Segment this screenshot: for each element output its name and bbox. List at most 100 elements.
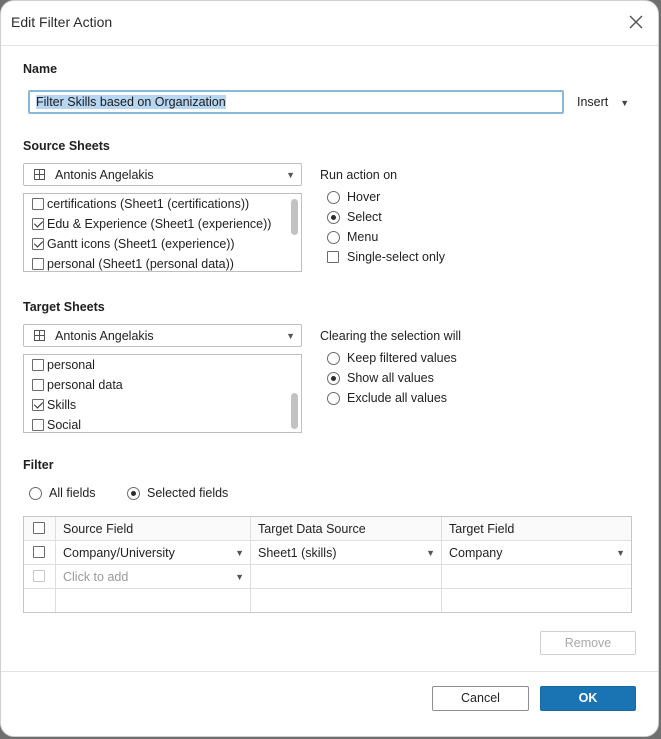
radio-show-all[interactable] [327, 372, 340, 385]
target-sheet-checkbox[interactable] [32, 359, 44, 371]
target-sheet-label: personal [47, 358, 95, 372]
single-select-option[interactable]: Single-select only [327, 250, 457, 266]
source-sheet-item[interactable]: certifications (Sheet1 (certifications)) [24, 194, 301, 214]
selected-fields-option[interactable]: Selected fields [127, 486, 247, 502]
chevron-down-icon: ▼ [235, 572, 244, 582]
keep-filtered-option[interactable]: Keep filtered values [327, 351, 467, 367]
close-icon[interactable] [625, 11, 647, 33]
run-on-hover-option[interactable]: Hover [327, 190, 387, 206]
clearing-label: Clearing the selection will [320, 329, 462, 343]
target-sheet-checkbox[interactable] [32, 419, 44, 431]
target-list-scrollbar[interactable] [291, 358, 298, 429]
run-on-menu-option[interactable]: Menu [327, 230, 387, 246]
option-label: Hover [347, 190, 381, 204]
radio-exclude-all[interactable] [327, 392, 340, 405]
source-sheet-item[interactable]: Gantt icons (Sheet1 (experience)) [24, 234, 301, 254]
option-label: All fields [49, 486, 96, 500]
option-label: Single-select only [347, 250, 445, 264]
empty-cell [56, 589, 251, 612]
source-sheet-checkbox[interactable] [32, 218, 44, 230]
radio-hover[interactable] [327, 191, 340, 204]
all-fields-option[interactable]: All fields [29, 486, 109, 502]
run-action-label: Run action on [320, 168, 398, 182]
target-sheet-label: Skills [47, 398, 77, 412]
source-field-value: Company/University [63, 546, 175, 560]
source-sheet-checkbox[interactable] [32, 258, 44, 270]
chevron-down-icon: ▼ [286, 331, 295, 341]
table-row: Company/University ▼ Sheet1 (skills) ▼ C… [24, 541, 631, 565]
option-label: Show all values [347, 371, 434, 385]
row-checkbox[interactable] [33, 546, 45, 558]
scroll-thumb[interactable] [291, 199, 298, 235]
radio-select[interactable] [327, 211, 340, 224]
exclude-all-option[interactable]: Exclude all values [327, 391, 467, 407]
option-label: Select [347, 210, 382, 224]
cancel-button[interactable]: Cancel [432, 686, 529, 711]
source-sheet-checkbox[interactable] [32, 198, 44, 210]
ok-button[interactable]: OK [540, 686, 636, 711]
add-field-placeholder: Click to add [63, 570, 129, 584]
target-sheet-item[interactable]: Social [24, 415, 301, 432]
target-data-source-dropdown[interactable]: Sheet1 (skills) ▼ [251, 541, 442, 564]
insert-dropdown[interactable]: Insert ▼ [577, 95, 629, 109]
column-header-label: Target Field [449, 522, 515, 536]
target-sheets-list: personal personal data Skills Social [23, 354, 302, 433]
source-sheet-item[interactable]: personal (Sheet1 (personal data)) [24, 254, 301, 271]
option-label: Menu [347, 230, 379, 244]
select-all-checkbox[interactable] [33, 522, 45, 534]
edit-filter-action-dialog: Edit Filter Action Name Filter Skills ba… [0, 0, 659, 737]
option-label: Exclude all values [347, 391, 448, 405]
chevron-down-icon: ▼ [426, 548, 435, 558]
empty-row [24, 589, 631, 612]
target-sheet-checkbox[interactable] [32, 379, 44, 391]
remove-button[interactable]: Remove [540, 631, 636, 655]
source-workbook-select[interactable]: Antonis Angelakis ▼ [23, 163, 302, 186]
source-workbook-value: Antonis Angelakis [55, 168, 154, 182]
source-sheet-label: personal (Sheet1 (personal data)) [47, 257, 234, 271]
radio-menu[interactable] [327, 231, 340, 244]
name-input[interactable]: Filter Skills based on Organization [28, 90, 564, 114]
dialog-title: Edit Filter Action [11, 14, 113, 30]
row-checkbox-disabled [33, 570, 45, 582]
target-workbook-value: Antonis Angelakis [55, 329, 154, 343]
target-field-dropdown[interactable]: Company ▼ [442, 541, 631, 564]
target-sheet-checkbox[interactable] [32, 399, 44, 411]
source-field-dropdown[interactable]: Company/University ▼ [56, 541, 251, 564]
add-row: Click to add ▼ [24, 565, 631, 589]
target-sheet-item[interactable]: Skills [24, 395, 301, 415]
source-sheet-checkbox[interactable] [32, 238, 44, 250]
source-sheet-item[interactable]: Edu & Experience (Sheet1 (experience)) [24, 214, 301, 234]
radio-selected-fields[interactable] [127, 487, 140, 500]
empty-cell [24, 589, 56, 612]
add-field-dropdown[interactable]: Click to add ▼ [56, 565, 251, 588]
column-header-source-field: Source Field [56, 517, 251, 540]
option-label: Keep filtered values [347, 351, 457, 365]
single-select-checkbox[interactable] [327, 251, 339, 263]
radio-keep-filtered[interactable] [327, 352, 340, 365]
title-bar: Edit Filter Action [1, 1, 658, 46]
target-field-value: Company [449, 546, 503, 560]
target-sheet-item[interactable]: personal [24, 355, 301, 375]
option-label: Selected fields [147, 486, 229, 500]
insert-label: Insert [577, 95, 609, 109]
empty-cell [251, 565, 442, 588]
scroll-thumb[interactable] [291, 393, 298, 429]
source-list-scrollbar[interactable] [291, 197, 298, 268]
select-all-cell [24, 517, 56, 540]
target-sheet-label: personal data [47, 378, 123, 392]
empty-cell [251, 589, 442, 612]
source-sheets-list: certifications (Sheet1 (certifications))… [23, 193, 302, 272]
grid-icon [34, 169, 45, 180]
show-all-option[interactable]: Show all values [327, 371, 467, 387]
chevron-down-icon: ▼ [620, 98, 630, 108]
target-workbook-select[interactable]: Antonis Angelakis ▼ [23, 324, 302, 347]
run-on-select-option[interactable]: Select [327, 210, 387, 226]
empty-cell [442, 565, 631, 588]
column-header-label: Source Field [63, 522, 134, 536]
target-sheet-item[interactable]: personal data [24, 375, 301, 395]
target-data-source-value: Sheet1 (skills) [258, 546, 337, 560]
target-sheets-label: Target Sheets [23, 300, 105, 314]
source-sheet-label: Edu & Experience (Sheet1 (experience)) [47, 217, 272, 231]
column-header-target-data-source: Target Data Source [251, 517, 442, 540]
radio-all-fields[interactable] [29, 487, 42, 500]
